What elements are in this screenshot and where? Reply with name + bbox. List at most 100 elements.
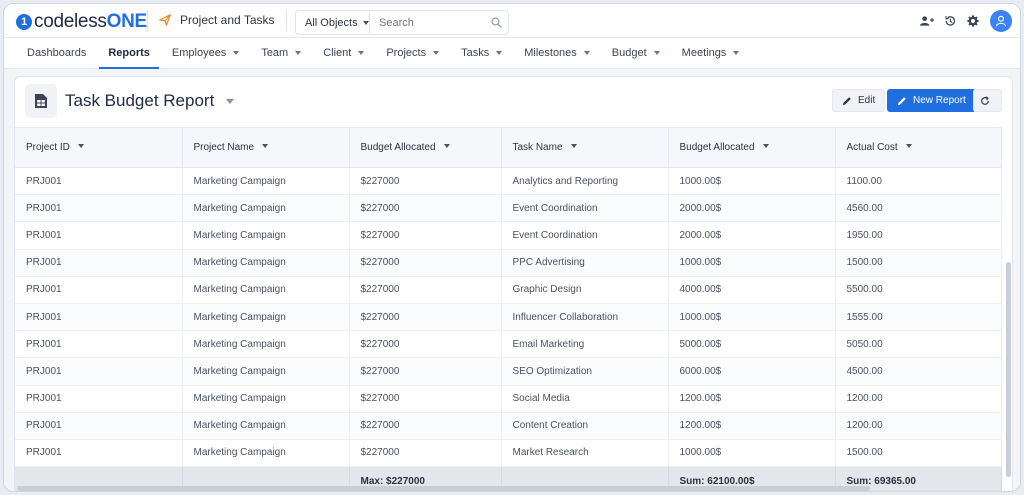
table-cell: 1000.00$ (668, 439, 836, 468)
chevron-down-icon (653, 51, 660, 55)
chevron-down-icon (733, 51, 740, 55)
table-row[interactable]: PRJ001 Marketing Campaign $227000 SEO Optim… (15, 357, 1002, 386)
nav-item-milestones[interactable]: Milestones (515, 38, 599, 68)
user-avatar[interactable] (990, 10, 1012, 32)
column-header-label: Project ID (26, 142, 70, 153)
table-cell: Marketing Campaign (182, 221, 350, 250)
column-header[interactable]: Budget Allocated (668, 127, 836, 168)
sort-caret-icon[interactable] (570, 144, 577, 148)
nav-item-label: Budget (611, 47, 647, 59)
table-cell: Marketing Campaign (182, 276, 350, 304)
logo-text-part2: ONE (106, 11, 148, 32)
table-row[interactable]: PRJ001 Marketing Campaign $227000 Market Re… (15, 439, 1002, 468)
table-cell: $227000 (349, 194, 502, 223)
report-title-text: Task Budget Report (65, 91, 215, 110)
table-cell: PRJ001 (15, 412, 183, 440)
table-cell: 5050.00 (835, 330, 1002, 359)
table-cell: 1100.00 (835, 167, 1002, 196)
table-row[interactable]: PRJ001 Marketing Campaign $227000 Graphic D… (15, 276, 1002, 304)
app-title-label: Project and Tasks (180, 13, 275, 27)
column-header[interactable]: Project Name (182, 127, 350, 168)
logo-mark-icon: 1 (16, 14, 32, 30)
history-icon[interactable] (939, 10, 961, 32)
sort-caret-icon[interactable] (762, 144, 769, 148)
column-header[interactable]: Budget Allocated (349, 127, 502, 168)
report-panel: Task Budget Report Edit New Report Proje… (14, 76, 1013, 491)
column-header[interactable]: Actual Cost (835, 127, 1002, 168)
table-row[interactable]: PRJ001 Marketing Campaign $227000 Social Me… (15, 385, 1002, 413)
app-title[interactable]: Project and Tasks (159, 13, 275, 27)
table-cell: 4560.00 (835, 194, 1002, 223)
table-cell: 1000.00$ (668, 167, 836, 196)
sort-caret-icon[interactable] (443, 144, 450, 148)
nav-item-employees[interactable]: Employees (163, 38, 248, 68)
chevron-down-icon[interactable] (226, 98, 235, 104)
table-cell: 1200.00 (835, 412, 1002, 440)
pencil-icon (897, 96, 906, 105)
edit-button[interactable]: Edit (832, 89, 886, 112)
table-cell: 1500.00 (835, 249, 1002, 277)
column-header-label: Budget Allocated (360, 142, 436, 153)
table-cell: SEO Optimization (501, 357, 669, 386)
table-body: PRJ001 Marketing Campaign $227000 Analytics… (15, 167, 1002, 468)
search-icon[interactable] (484, 17, 508, 28)
table-cell: $227000 (349, 357, 502, 386)
object-type-select[interactable]: All Objects (296, 11, 370, 34)
horizontal-scrollbar[interactable] (17, 486, 870, 491)
table-row[interactable]: PRJ001 Marketing Campaign $227000 PPC Adver… (15, 249, 1002, 277)
report-header: Task Budget Report Edit New Report (15, 77, 1012, 127)
table-cell: 1500.00 (835, 439, 1002, 468)
table-cell: Marketing Campaign (182, 194, 350, 223)
user-icon (995, 15, 1007, 27)
table-row[interactable]: PRJ001 Marketing Campaign $227000 Event Coo… (15, 194, 1002, 223)
table-cell: 1950.00 (835, 221, 1002, 250)
nav-item-dashboards[interactable]: Dashboards (18, 38, 95, 68)
column-header[interactable]: Task Name (501, 127, 669, 168)
table-cell: PRJ001 (15, 330, 183, 359)
chevron-down-icon (233, 51, 240, 55)
nav-item-budget[interactable]: Budget (603, 38, 669, 68)
chevron-down-icon (496, 51, 503, 55)
column-header-label: Task Name (512, 142, 563, 153)
nav-item-tasks[interactable]: Tasks (452, 38, 511, 68)
sort-caret-icon[interactable] (905, 144, 912, 148)
table-cell: 1200.00 (835, 385, 1002, 413)
table-row[interactable]: PRJ001 Marketing Campaign $227000 Content C… (15, 412, 1002, 440)
nav-item-team[interactable]: Team (252, 38, 310, 68)
chevron-down-icon (295, 51, 302, 55)
gear-icon[interactable] (962, 10, 984, 32)
table-cell: Marketing Campaign (182, 249, 350, 277)
sort-caret-icon[interactable] (77, 144, 84, 148)
table-cell: $227000 (349, 221, 502, 250)
logo[interactable]: 1 codeless ONE (16, 11, 147, 33)
table-cell: Analytics and Reporting (501, 167, 669, 196)
nav-item-reports[interactable]: Reports (99, 38, 159, 69)
sort-caret-icon[interactable] (262, 144, 269, 148)
search-input[interactable] (370, 16, 484, 29)
table-row[interactable]: PRJ001 Marketing Campaign $227000 Event Coo… (15, 221, 1002, 250)
table-row[interactable]: PRJ001 Marketing Campaign $227000 Influence… (15, 303, 1002, 332)
table-cell: 1000.00$ (668, 303, 836, 332)
table-cell: PRJ001 (15, 439, 183, 468)
table-row[interactable]: PRJ001 Marketing Campaign $227000 Email Mar… (15, 330, 1002, 359)
nav-item-meetings[interactable]: Meetings (673, 38, 749, 68)
nav-item-projects[interactable]: Projects (377, 38, 448, 68)
vertical-scrollbar[interactable] (1006, 262, 1011, 477)
table-cell: PRJ001 (15, 303, 183, 332)
refresh-button[interactable] (973, 89, 1002, 112)
table-cell: Social Media (501, 385, 669, 413)
table-cell: 1200.00$ (668, 412, 836, 440)
paper-plane-icon (159, 14, 171, 26)
table-cell: Event Coordination (501, 194, 669, 223)
add-user-icon[interactable] (916, 10, 938, 32)
table-row[interactable]: PRJ001 Marketing Campaign $227000 Analytics… (15, 167, 1002, 196)
report-title[interactable]: Task Budget Report (65, 91, 235, 111)
report-icon (25, 84, 57, 118)
new-report-button[interactable]: New Report (887, 89, 976, 112)
table-cell: $227000 (349, 412, 502, 440)
table-cell: 2000.00$ (668, 221, 836, 250)
table-cell: 5000.00$ (668, 330, 836, 359)
column-header-label: Budget Allocated (679, 142, 755, 153)
column-header[interactable]: Project ID (15, 127, 183, 168)
nav-item-client[interactable]: Client (314, 38, 373, 68)
